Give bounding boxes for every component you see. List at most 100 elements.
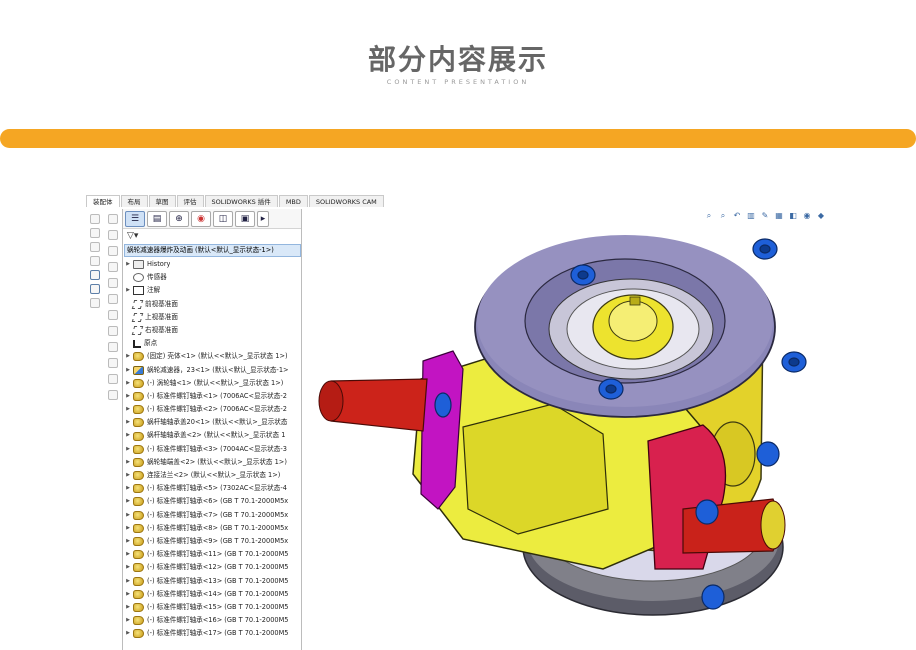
filter-icon[interactable]: ▽▾ bbox=[123, 229, 301, 243]
task-icon-7[interactable] bbox=[90, 298, 100, 308]
tree-node[interactable]: ▶ (-) 标准件螺钉轴承<5> (7302AC<显示状态-4 bbox=[123, 482, 301, 495]
task-icon-3[interactable] bbox=[90, 242, 100, 252]
expand-arrow-icon[interactable]: ▶ bbox=[123, 482, 133, 495]
tree-node[interactable]: ▶ (-) 标准件螺钉轴承<8> (GB T 70.1-2000M5x bbox=[123, 522, 301, 535]
command-tab[interactable]: SOLIDWORKS 插件 bbox=[204, 195, 278, 207]
property-icon[interactable]: ▤ bbox=[147, 210, 167, 227]
part-icon bbox=[133, 616, 144, 626]
task-icon-4[interactable] bbox=[90, 256, 100, 266]
expand-arrow-icon[interactable]: ▶ bbox=[123, 403, 133, 416]
tree-node[interactable]: ▶ History bbox=[123, 258, 301, 271]
linear-pattern-icon[interactable] bbox=[108, 246, 118, 256]
part-icon bbox=[133, 457, 144, 467]
command-tab[interactable]: 装配体 bbox=[86, 195, 120, 207]
tree-node[interactable]: ▶ 蜗轮减速器，23<1> (默认<默认_显示状态-1> bbox=[123, 364, 301, 377]
reference-geometry-icon[interactable] bbox=[108, 326, 118, 336]
smart-fasteners-icon[interactable] bbox=[108, 262, 118, 272]
tree-node[interactable]: ▶ (-) 标准件螺钉轴承<7> (GB T 70.1-2000M5x bbox=[123, 509, 301, 522]
config-icon[interactable]: ⊕ bbox=[169, 210, 189, 227]
expand-arrow-icon[interactable]: ▶ bbox=[123, 535, 133, 548]
tree-node[interactable]: 上视基准面 bbox=[123, 311, 301, 324]
expand-arrow-icon[interactable]: ▶ bbox=[123, 614, 133, 627]
expand-arrow-icon[interactable]: ▶ bbox=[123, 456, 133, 469]
show-hidden-icon[interactable] bbox=[108, 294, 118, 304]
expand-arrow-icon[interactable]: ▶ bbox=[123, 509, 133, 522]
expand-arrow-icon[interactable]: ▶ bbox=[123, 284, 133, 297]
tree-node[interactable]: ▶ (-) 标准件螺钉轴承<11> (GB T 70.1-2000M5 bbox=[123, 548, 301, 561]
new-motion-study-icon[interactable] bbox=[108, 342, 118, 352]
tree-node[interactable]: ▶ (-) 标准件螺钉轴承<9> (GB T 70.1-2000M5x bbox=[123, 535, 301, 548]
expand-arrow-icon[interactable]: ▶ bbox=[123, 588, 133, 601]
appearance-icon[interactable] bbox=[90, 284, 100, 294]
expand-arrow-icon[interactable]: ▶ bbox=[123, 416, 133, 429]
part-icon bbox=[133, 629, 144, 639]
command-tab[interactable]: SOLIDWORKS CAM bbox=[308, 195, 384, 207]
tree-node[interactable]: ▶ 蜗轮轴端盖<2> (默认<<默认>_显示状态 1>) bbox=[123, 456, 301, 469]
tree-node[interactable]: ▶ (-) 标准件螺钉轴承<1> (7006AC<显示状态-2 bbox=[123, 390, 301, 403]
tree-node-label: (-) 标准件螺钉轴承<16> (GB T 70.1-2000M5 bbox=[147, 616, 289, 625]
bill-of-materials-icon[interactable] bbox=[108, 358, 118, 368]
command-tab[interactable]: 布局 bbox=[120, 195, 148, 207]
tree-node[interactable]: ▶ (-) 标准件螺钉轴承<14> (GB T 70.1-2000M5 bbox=[123, 588, 301, 601]
expand-arrow-icon[interactable]: ▶ bbox=[123, 377, 133, 390]
feature-manager-toolbar: ☰ ▤ ⊕ ◉ ◫ ▣ ▸ bbox=[123, 209, 301, 229]
instant3d-icon[interactable] bbox=[108, 390, 118, 400]
tree-node[interactable]: ▶ (-) 标准件螺钉轴承<3> (7004AC<显示状态-3 bbox=[123, 443, 301, 456]
tree-node[interactable]: ▶ (-) 标准件螺钉轴承<6> (GB T 70.1-2000M5x bbox=[123, 495, 301, 508]
part-icon bbox=[133, 484, 144, 494]
assembly-root-node[interactable]: 蜗轮减速器爆炸及动画 (默认<默认_显示状态-1>) bbox=[124, 244, 301, 257]
task-icon-1[interactable] bbox=[90, 214, 100, 224]
task-icon-2[interactable] bbox=[90, 228, 100, 238]
tree-node[interactable]: ▶ (-) 标准件螺钉轴承<2> (7006AC<显示状态-2 bbox=[123, 403, 301, 416]
command-tab[interactable]: 草图 bbox=[148, 195, 176, 207]
tree-node[interactable]: ▶ (-) 涡轮轴<1> (默认<<默认>_显示状态 1>) bbox=[123, 377, 301, 390]
tree-node[interactable]: ▶ (-) 标准件螺钉轴承<17> (GB T 70.1-2000M5 bbox=[123, 627, 301, 640]
more-icon[interactable]: ▸ bbox=[257, 210, 269, 227]
tree-node-label: (-) 标准件螺钉轴承<5> (7302AC<显示状态-4 bbox=[147, 484, 287, 493]
tree-node[interactable]: 前视基准面 bbox=[123, 298, 301, 311]
move-component-icon[interactable] bbox=[108, 278, 118, 288]
command-tab[interactable]: 评估 bbox=[176, 195, 204, 207]
expand-arrow-icon[interactable]: ▶ bbox=[123, 561, 133, 574]
tree-node[interactable]: ▶ (-) 标准件螺钉轴承<15> (GB T 70.1-2000M5 bbox=[123, 601, 301, 614]
assembly-features-icon[interactable] bbox=[108, 310, 118, 320]
tree-node[interactable]: ▶ 连接法兰<2> (默认<<默认>_显示状态 1>) bbox=[123, 469, 301, 482]
exploded-view-icon[interactable] bbox=[108, 374, 118, 384]
tree-node[interactable]: ▶ (固定) 壳体<1> (默认<<默认>_显示状态 1>) bbox=[123, 350, 301, 363]
expand-arrow-icon[interactable]: ▶ bbox=[123, 350, 133, 363]
expand-arrow-icon[interactable]: ▶ bbox=[123, 429, 133, 442]
tree-node-label: History bbox=[147, 260, 171, 268]
tree-node-label: 上视基准面 bbox=[145, 312, 178, 321]
expand-arrow-icon[interactable]: ▶ bbox=[123, 627, 133, 640]
insert-component-icon[interactable] bbox=[108, 214, 118, 224]
expand-arrow-icon[interactable]: ▶ bbox=[123, 575, 133, 588]
mate-cmd-icon[interactable] bbox=[108, 230, 118, 240]
tree-node[interactable]: ▶ (-) 标准件螺钉轴承<16> (GB T 70.1-2000M5 bbox=[123, 614, 301, 627]
cam-icon[interactable]: ▣ bbox=[235, 210, 255, 227]
graphics-viewport[interactable]: ⌕ ⌕ ↶ ▥ ✎ ▦ ◧ ◉ ◆ bbox=[303, 209, 830, 650]
expand-arrow-icon[interactable]: ▶ bbox=[123, 258, 133, 271]
expand-arrow-icon[interactable]: ▶ bbox=[123, 495, 133, 508]
tree-node[interactable]: ▶ 注解 bbox=[123, 284, 301, 297]
tree-node[interactable]: ▶ 蜗杆轴轴承盖20<1> (默认<<默认>_显示状态 bbox=[123, 416, 301, 429]
tree-node[interactable]: ▶ (-) 标准件螺钉轴承<12> (GB T 70.1-2000M5 bbox=[123, 561, 301, 574]
expand-arrow-icon[interactable]: ▶ bbox=[123, 469, 133, 482]
mate-icon[interactable] bbox=[90, 270, 100, 280]
dimxpert-icon[interactable]: ◉ bbox=[191, 210, 211, 227]
display-icon[interactable]: ◫ bbox=[213, 210, 233, 227]
expand-arrow-icon[interactable]: ▶ bbox=[123, 443, 133, 456]
expand-arrow-icon[interactable]: ▶ bbox=[123, 601, 133, 614]
expand-arrow-icon[interactable]: ▶ bbox=[123, 522, 133, 535]
tree-node[interactable]: 右视基准面 bbox=[123, 324, 301, 337]
expand-arrow-icon[interactable]: ▶ bbox=[123, 364, 133, 377]
tree-node[interactable]: ▶ 蜗杆轴轴承盖<2> (默认<<默认>_显示状态 1 bbox=[123, 429, 301, 442]
expand-arrow-icon[interactable]: ▶ bbox=[123, 548, 133, 561]
tree-node[interactable]: ▶ (-) 标准件螺钉轴承<13> (GB T 70.1-2000M5 bbox=[123, 575, 301, 588]
tree-node[interactable]: 传感器 bbox=[123, 271, 301, 284]
command-tab[interactable]: MBD bbox=[278, 195, 308, 207]
tree-node-label: (-) 标准件螺钉轴承<7> (GB T 70.1-2000M5x bbox=[147, 510, 289, 519]
tree-node-label: (-) 标准件螺钉轴承<9> (GB T 70.1-2000M5x bbox=[147, 536, 289, 545]
feature-tree-icon[interactable]: ☰ bbox=[125, 210, 145, 227]
tree-node[interactable]: 原点 bbox=[123, 337, 301, 350]
expand-arrow-icon[interactable]: ▶ bbox=[123, 390, 133, 403]
